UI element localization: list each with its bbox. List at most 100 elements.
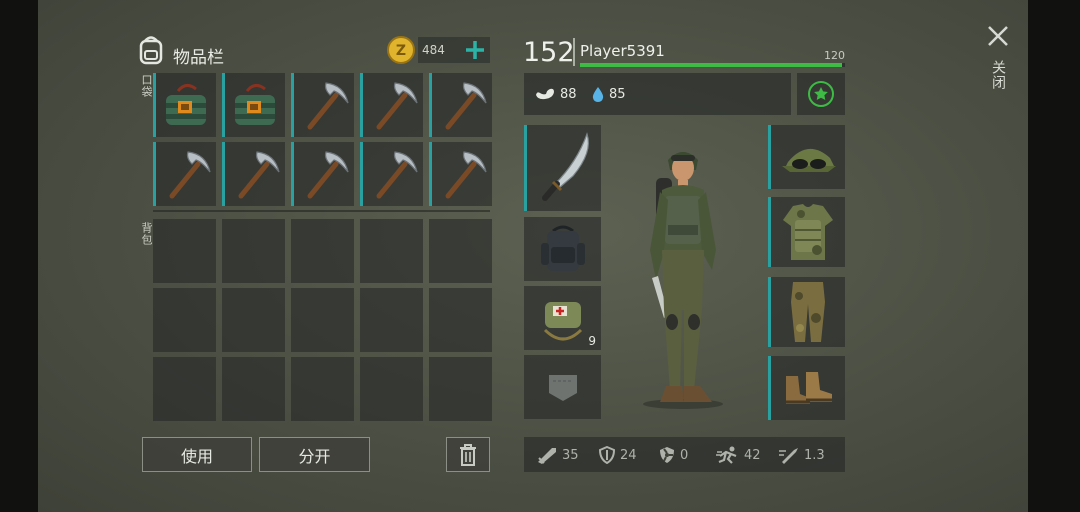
trash-icon bbox=[460, 443, 476, 466]
pocket-icon bbox=[524, 355, 601, 419]
swift-sword-icon bbox=[779, 448, 798, 464]
player-name: Player5391 bbox=[580, 42, 665, 60]
pickaxe-icon bbox=[225, 142, 285, 206]
explosive-bundle-icon bbox=[156, 73, 216, 137]
backpack-slot[interactable] bbox=[222, 357, 285, 421]
backpack-slot[interactable] bbox=[222, 288, 285, 352]
attack-speed-stat: 1.3 bbox=[778, 446, 825, 464]
player-character bbox=[628, 140, 738, 410]
pickaxe-icon bbox=[294, 142, 354, 206]
pocket-slot[interactable] bbox=[222, 142, 285, 206]
thirst-value: 85 bbox=[609, 87, 626, 102]
coin-count: 484 bbox=[422, 43, 445, 57]
running-icon bbox=[716, 446, 737, 464]
backpack-slot[interactable] bbox=[429, 219, 492, 283]
pocket-slot[interactable] bbox=[429, 142, 492, 206]
attack-speed-value: 1.3 bbox=[804, 447, 825, 463]
hunger-stat: 88 bbox=[534, 86, 577, 102]
backpack-slot[interactable] bbox=[360, 219, 423, 283]
xp-bar bbox=[580, 63, 845, 67]
backpack-slot[interactable] bbox=[429, 357, 492, 421]
boots-icon bbox=[771, 356, 845, 420]
machete-icon bbox=[527, 125, 601, 211]
pocket-slot[interactable] bbox=[360, 142, 423, 206]
backpack-slot[interactable] bbox=[291, 288, 354, 352]
section-divider bbox=[153, 210, 490, 212]
pickaxe-icon bbox=[363, 73, 423, 137]
level-divider bbox=[573, 38, 575, 66]
player-level: 152 bbox=[523, 37, 575, 68]
item-count: 9 bbox=[588, 334, 596, 348]
coin-icon: Z bbox=[387, 36, 415, 64]
explosive-bundle-icon bbox=[225, 73, 285, 137]
camo-vest-icon bbox=[771, 197, 845, 267]
hunger-value: 88 bbox=[560, 86, 577, 102]
backpack-slot[interactable] bbox=[429, 288, 492, 352]
backpack-slot[interactable] bbox=[291, 219, 354, 283]
close-icon bbox=[988, 26, 1008, 46]
attack-stat: 35 bbox=[536, 446, 579, 464]
equipment-slot-left[interactable] bbox=[524, 217, 601, 281]
trash-button[interactable] bbox=[446, 437, 490, 472]
pocket-slot[interactable] bbox=[291, 142, 354, 206]
star-badge-icon bbox=[808, 81, 834, 107]
equipment-slot-left[interactable]: 9 bbox=[524, 286, 601, 350]
defense-value: 24 bbox=[620, 447, 637, 463]
radiation-value: 0 bbox=[680, 447, 689, 463]
pocket-slot[interactable] bbox=[429, 73, 492, 137]
pocket-slot[interactable] bbox=[222, 73, 285, 137]
pocket-slot[interactable] bbox=[153, 73, 216, 137]
equipment-slot-right[interactable] bbox=[768, 125, 845, 189]
shield-icon bbox=[598, 446, 616, 464]
backpack-header-icon bbox=[136, 33, 166, 65]
xp-max: 120 bbox=[824, 49, 845, 62]
pickaxe-icon bbox=[432, 73, 492, 137]
pickaxe-icon bbox=[363, 142, 423, 206]
backpack-section-label: 背包 bbox=[140, 222, 153, 246]
xp-bar-fill bbox=[580, 63, 843, 67]
backpack-slot[interactable] bbox=[222, 219, 285, 283]
split-button[interactable]: 分开 bbox=[259, 437, 370, 472]
backpack-slot[interactable] bbox=[360, 288, 423, 352]
pocket-slot[interactable] bbox=[153, 142, 216, 206]
equipment-slot-right[interactable] bbox=[768, 356, 845, 420]
pocket-slot[interactable] bbox=[360, 73, 423, 137]
equipment-slot-left[interactable] bbox=[524, 125, 601, 211]
equipment-slot-left[interactable] bbox=[524, 355, 601, 419]
close-label[interactable]: 关闭 bbox=[988, 60, 1008, 90]
pickaxe-icon bbox=[432, 142, 492, 206]
attack-value: 35 bbox=[562, 447, 579, 463]
defense-stat: 24 bbox=[598, 446, 637, 464]
use-button[interactable]: 使用 bbox=[142, 437, 252, 472]
svg-text:Z: Z bbox=[396, 43, 406, 59]
equipment-slot-right[interactable] bbox=[768, 197, 845, 267]
pickaxe-icon bbox=[156, 142, 216, 206]
left-black-bar bbox=[0, 0, 38, 512]
sword-icon bbox=[538, 448, 556, 464]
pickaxe-icon bbox=[294, 73, 354, 137]
speed-stat: 42 bbox=[716, 446, 761, 464]
cap-goggles-icon bbox=[771, 125, 845, 189]
achievements-button[interactable] bbox=[797, 73, 845, 115]
radiation-icon bbox=[660, 447, 674, 463]
right-black-bar bbox=[1028, 0, 1080, 512]
backpack-slot[interactable] bbox=[291, 357, 354, 421]
camo-pants-icon bbox=[771, 277, 845, 347]
water-drop-icon bbox=[592, 87, 604, 102]
add-coins-button[interactable] bbox=[463, 38, 487, 62]
stomach-icon bbox=[536, 88, 554, 100]
backpack-slot[interactable] bbox=[153, 288, 216, 352]
backpack-slot[interactable] bbox=[153, 357, 216, 421]
backpack-slot[interactable] bbox=[360, 357, 423, 421]
inventory-title: 物品栏 bbox=[173, 48, 224, 68]
close-button[interactable] bbox=[986, 24, 1010, 48]
speed-value: 42 bbox=[744, 447, 761, 463]
pocket-slot[interactable] bbox=[291, 73, 354, 137]
equipment-slot-right[interactable] bbox=[768, 277, 845, 347]
inventory-screen: 物品栏 Z 484 口袋 背包 使用 分开 152 Player5391 120… bbox=[38, 0, 1028, 512]
thirst-stat: 85 bbox=[591, 86, 626, 103]
pocket-section-label: 口袋 bbox=[140, 74, 153, 98]
backpack-icon bbox=[524, 217, 601, 281]
backpack-slot[interactable] bbox=[153, 219, 216, 283]
radiation-stat: 0 bbox=[658, 446, 688, 464]
